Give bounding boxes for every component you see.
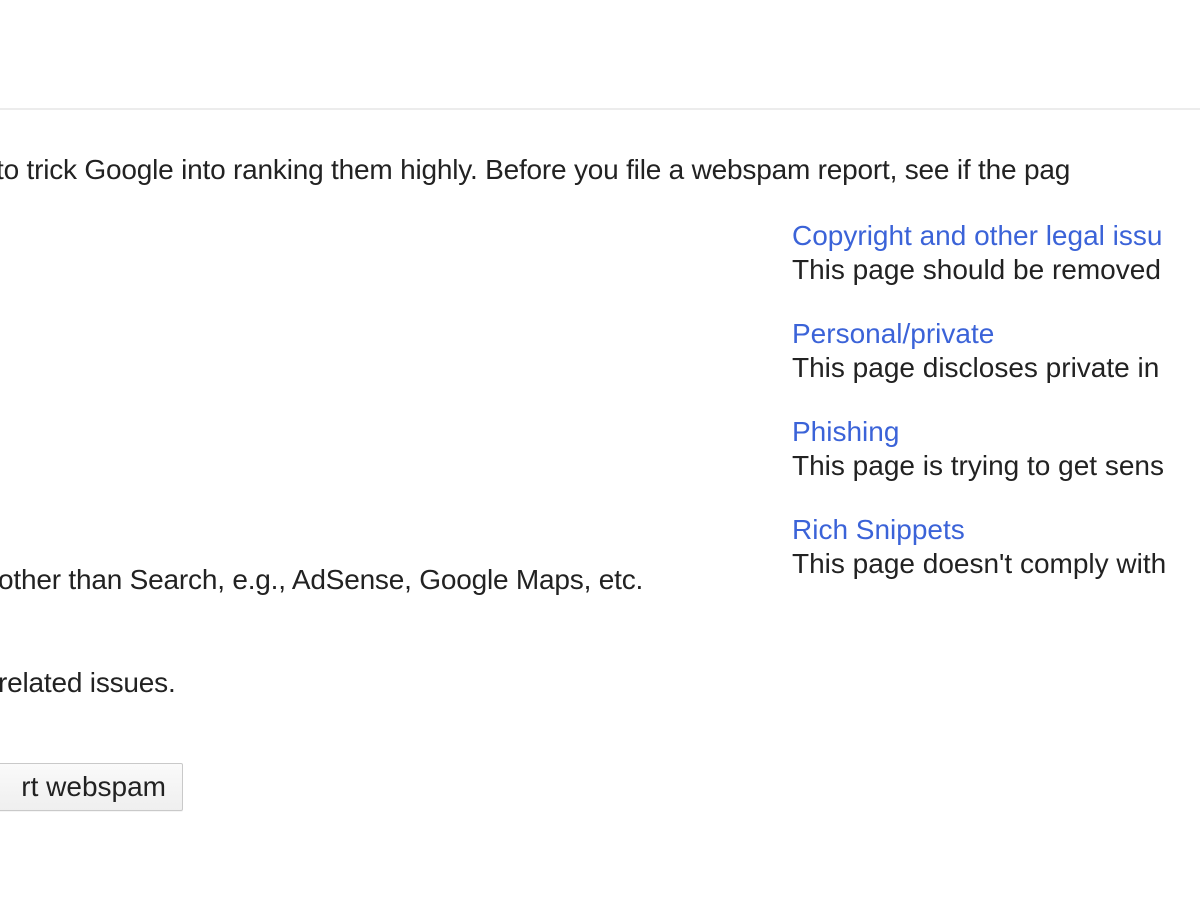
issue-type-list: Copyright and other legal issu This page… — [792, 219, 1200, 611]
other-products-note: other than Search, e.g., AdSense, Google… — [0, 564, 644, 595]
phishing-link[interactable]: Phishing — [792, 415, 1200, 449]
phishing-description: This page is trying to get sens — [792, 450, 1164, 481]
copyright-legal-link[interactable]: Copyright and other legal issu — [792, 219, 1200, 253]
issue-item-phishing: Phishing This page is trying to get sens — [792, 415, 1200, 483]
report-webspam-button[interactable]: rt webspam — [0, 763, 183, 811]
rich-snippets-description: This page doesn't comply with — [792, 548, 1167, 579]
copyright-legal-description: This page should be removed — [792, 254, 1161, 285]
rich-snippets-link[interactable]: Rich Snippets — [792, 513, 1200, 547]
personal-private-description: This page discloses private in — [792, 352, 1160, 383]
issue-item-personal-private: Personal/private This page discloses pri… — [792, 317, 1200, 385]
issue-item-rich-snippets: Rich Snippets This page doesn't comply w… — [792, 513, 1200, 581]
issue-item-copyright: Copyright and other legal issu This page… — [792, 219, 1200, 287]
top-divider — [0, 108, 1200, 110]
related-issues-note: related issues. — [0, 667, 176, 698]
webspam-report-page: to trick Google into ranking them highly… — [0, 0, 1200, 900]
personal-private-link[interactable]: Personal/private — [792, 317, 1200, 351]
intro-text: to trick Google into ranking them highly… — [0, 154, 1071, 185]
